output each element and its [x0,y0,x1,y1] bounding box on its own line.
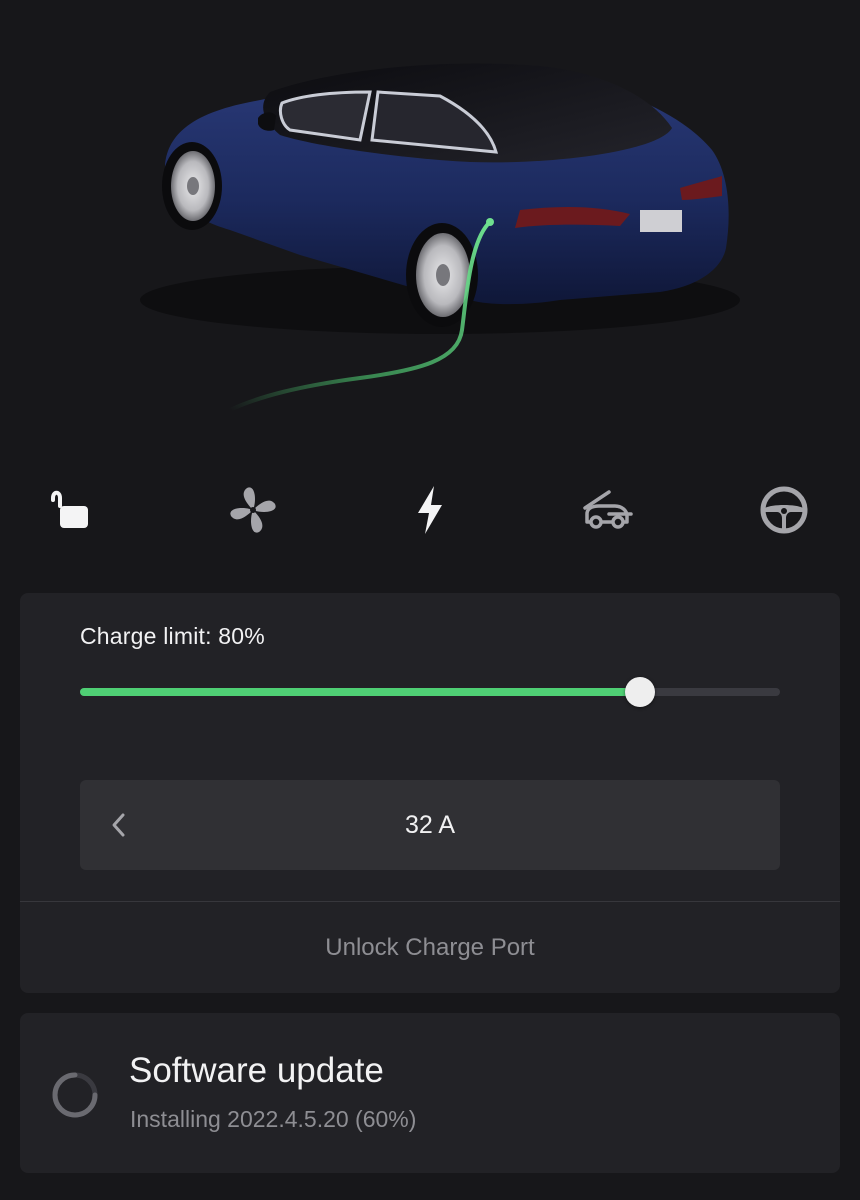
climate-button[interactable] [217,474,289,546]
chevron-left-icon [112,813,125,837]
loading-spinner-icon [52,1072,98,1118]
charge-current-value: 32 A [404,811,456,839]
charge-limit-handle[interactable] [625,677,655,707]
vehicle-controls-button[interactable] [571,474,643,546]
car-frunk-icon [583,490,633,529]
software-update-title: Software update [129,1051,384,1090]
unlock-charge-port-button[interactable]: Unlock Charge Port [20,902,840,993]
decrease-current-button[interactable] [104,807,132,843]
summon-button[interactable] [748,474,820,546]
lock-button[interactable] [40,474,112,546]
charge-current-selector: 32 A [80,780,780,870]
charge-limit-label: Charge limit: 80% [80,623,265,649]
vehicle-app-screen: Charge limit: 80% 32 A Unlock Charge Por… [0,0,860,1200]
software-update-status: Installing 2022.4.5.20 (60%) [130,1106,417,1132]
charge-limit-slider[interactable] [80,677,780,707]
steering-wheel-icon [760,486,808,534]
charging-button[interactable] [394,474,466,546]
vehicle-image [0,0,860,450]
unlock-icon [51,490,88,528]
charging-panel: Charge limit: 80% 32 A Unlock Charge Por… [20,593,840,993]
bolt-icon [418,486,442,534]
charge-limit-fill [80,688,640,696]
quick-controls-bar [40,470,820,550]
software-update-panel[interactable]: Software update Installing 2022.4.5.20 (… [20,1013,840,1173]
fan-icon [230,487,276,533]
